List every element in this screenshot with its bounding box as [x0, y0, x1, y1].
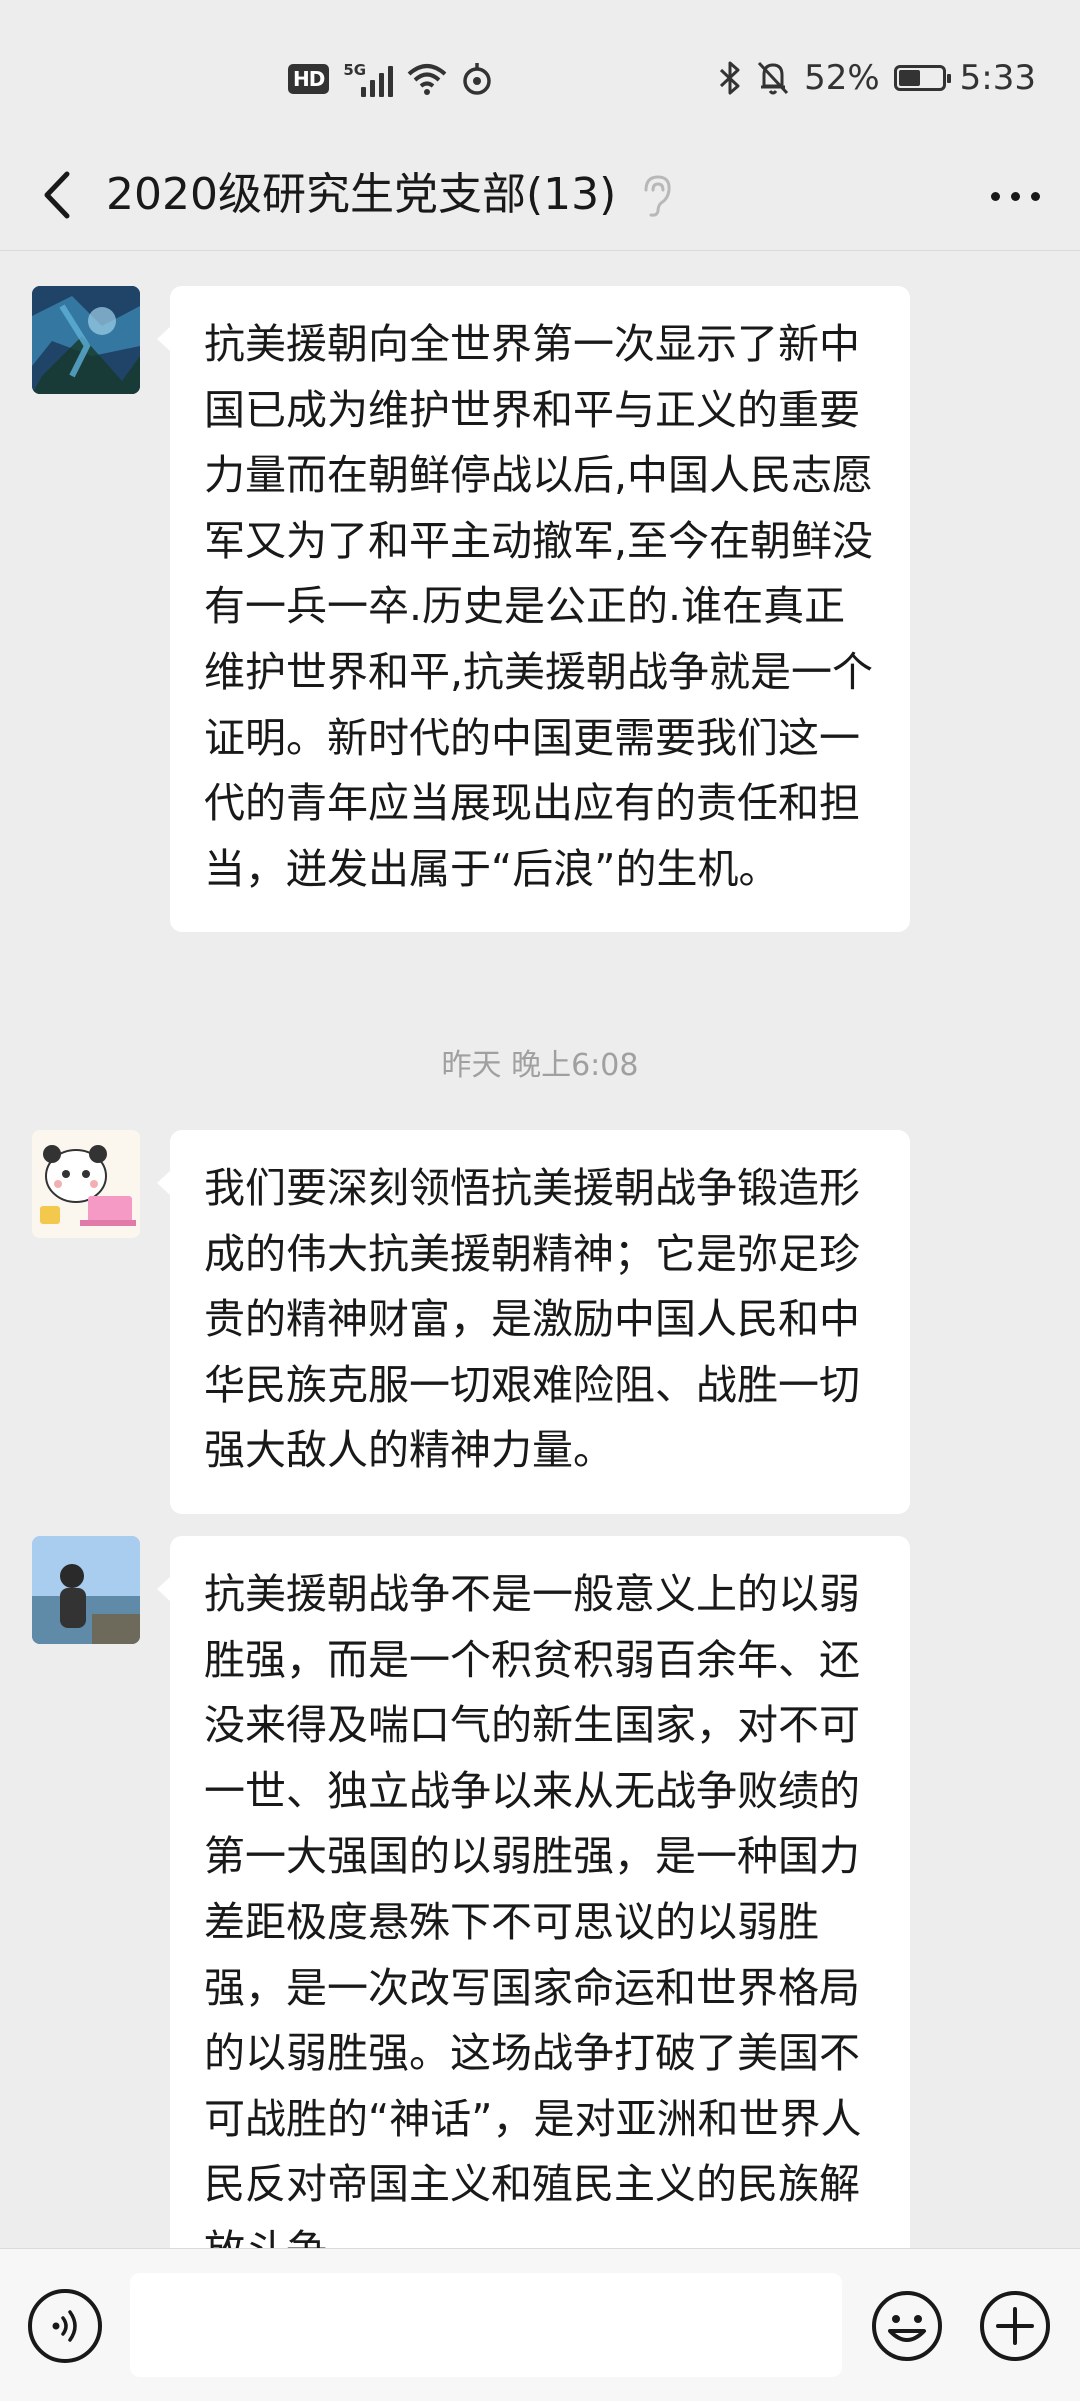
- chat-title: 2020级研究生党支部(13): [106, 169, 617, 220]
- status-bar: HD 5G 52% 5:33: [0, 0, 1080, 160]
- mute-bell-icon: [757, 61, 789, 95]
- plus-icon: [980, 2291, 1050, 2361]
- voice-button[interactable]: [28, 2289, 102, 2363]
- bluetooth-icon: [720, 61, 740, 95]
- message-bubble[interactable]: 抗美援朝向全世界第一次显示了新中国已成为维护世界和平与正义的重要力量而在朝鲜停战…: [157, 286, 910, 933]
- more-dot: [1010, 191, 1020, 201]
- hotspot-icon: [463, 63, 492, 95]
- avatar[interactable]: [32, 1130, 140, 1238]
- hd-icon: HD: [288, 64, 330, 94]
- emoji-button[interactable]: [870, 2289, 944, 2363]
- back-button[interactable]: [26, 164, 86, 226]
- more-button[interactable]: [980, 174, 1050, 218]
- chevron-left-icon: [44, 171, 70, 219]
- avatar-blue-abstract-image: [32, 286, 140, 394]
- wifi-icon: [408, 64, 447, 95]
- avatar[interactable]: [32, 286, 140, 394]
- signal-icon: 5G: [343, 61, 394, 97]
- message-bubble[interactable]: 我们要深刻领悟抗美援朝战争锻造形成的伟大抗美援朝精神；它是弥足珍贵的精神财富，是…: [157, 1130, 910, 1514]
- battery-icon: [893, 65, 951, 91]
- message-list[interactable]: 抗美援朝向全世界第一次显示了新中国已成为维护世界和平与正义的重要力量而在朝鲜停战…: [0, 252, 1080, 2248]
- battery-percent: 52%: [804, 58, 880, 98]
- voice-icon: [52, 2310, 77, 2342]
- chat-header: 2020级研究生党支部(13): [0, 140, 1080, 251]
- emoji-icon: [872, 2291, 942, 2361]
- network-type-label: 5G: [343, 61, 367, 79]
- more-functions-button[interactable]: [978, 2289, 1052, 2363]
- input-bar: [0, 2248, 1080, 2401]
- more-dot: [1030, 191, 1040, 201]
- more-dot: [990, 191, 1000, 201]
- ear-icon: [644, 175, 671, 217]
- battery-level-fill: [898, 70, 921, 86]
- status-right-icons: 52% 5:33: [718, 52, 1036, 104]
- message-timestamp: 昨天 晚上6:08: [441, 1048, 639, 1083]
- avatar[interactable]: [32, 1536, 140, 1644]
- status-left-icons: HD 5G: [288, 56, 493, 102]
- message-bubble[interactable]: 抗美援朝战争不是一般意义上的以弱胜强，而是一个积贫积弱百余年、还没来得及喘口气的…: [157, 1536, 910, 2248]
- clock-time: 5:33: [959, 58, 1036, 98]
- avatar-panda-cartoon-image: [32, 1130, 140, 1238]
- message-input[interactable]: [130, 2273, 842, 2377]
- avatar-person-seaside-image: [32, 1536, 140, 1644]
